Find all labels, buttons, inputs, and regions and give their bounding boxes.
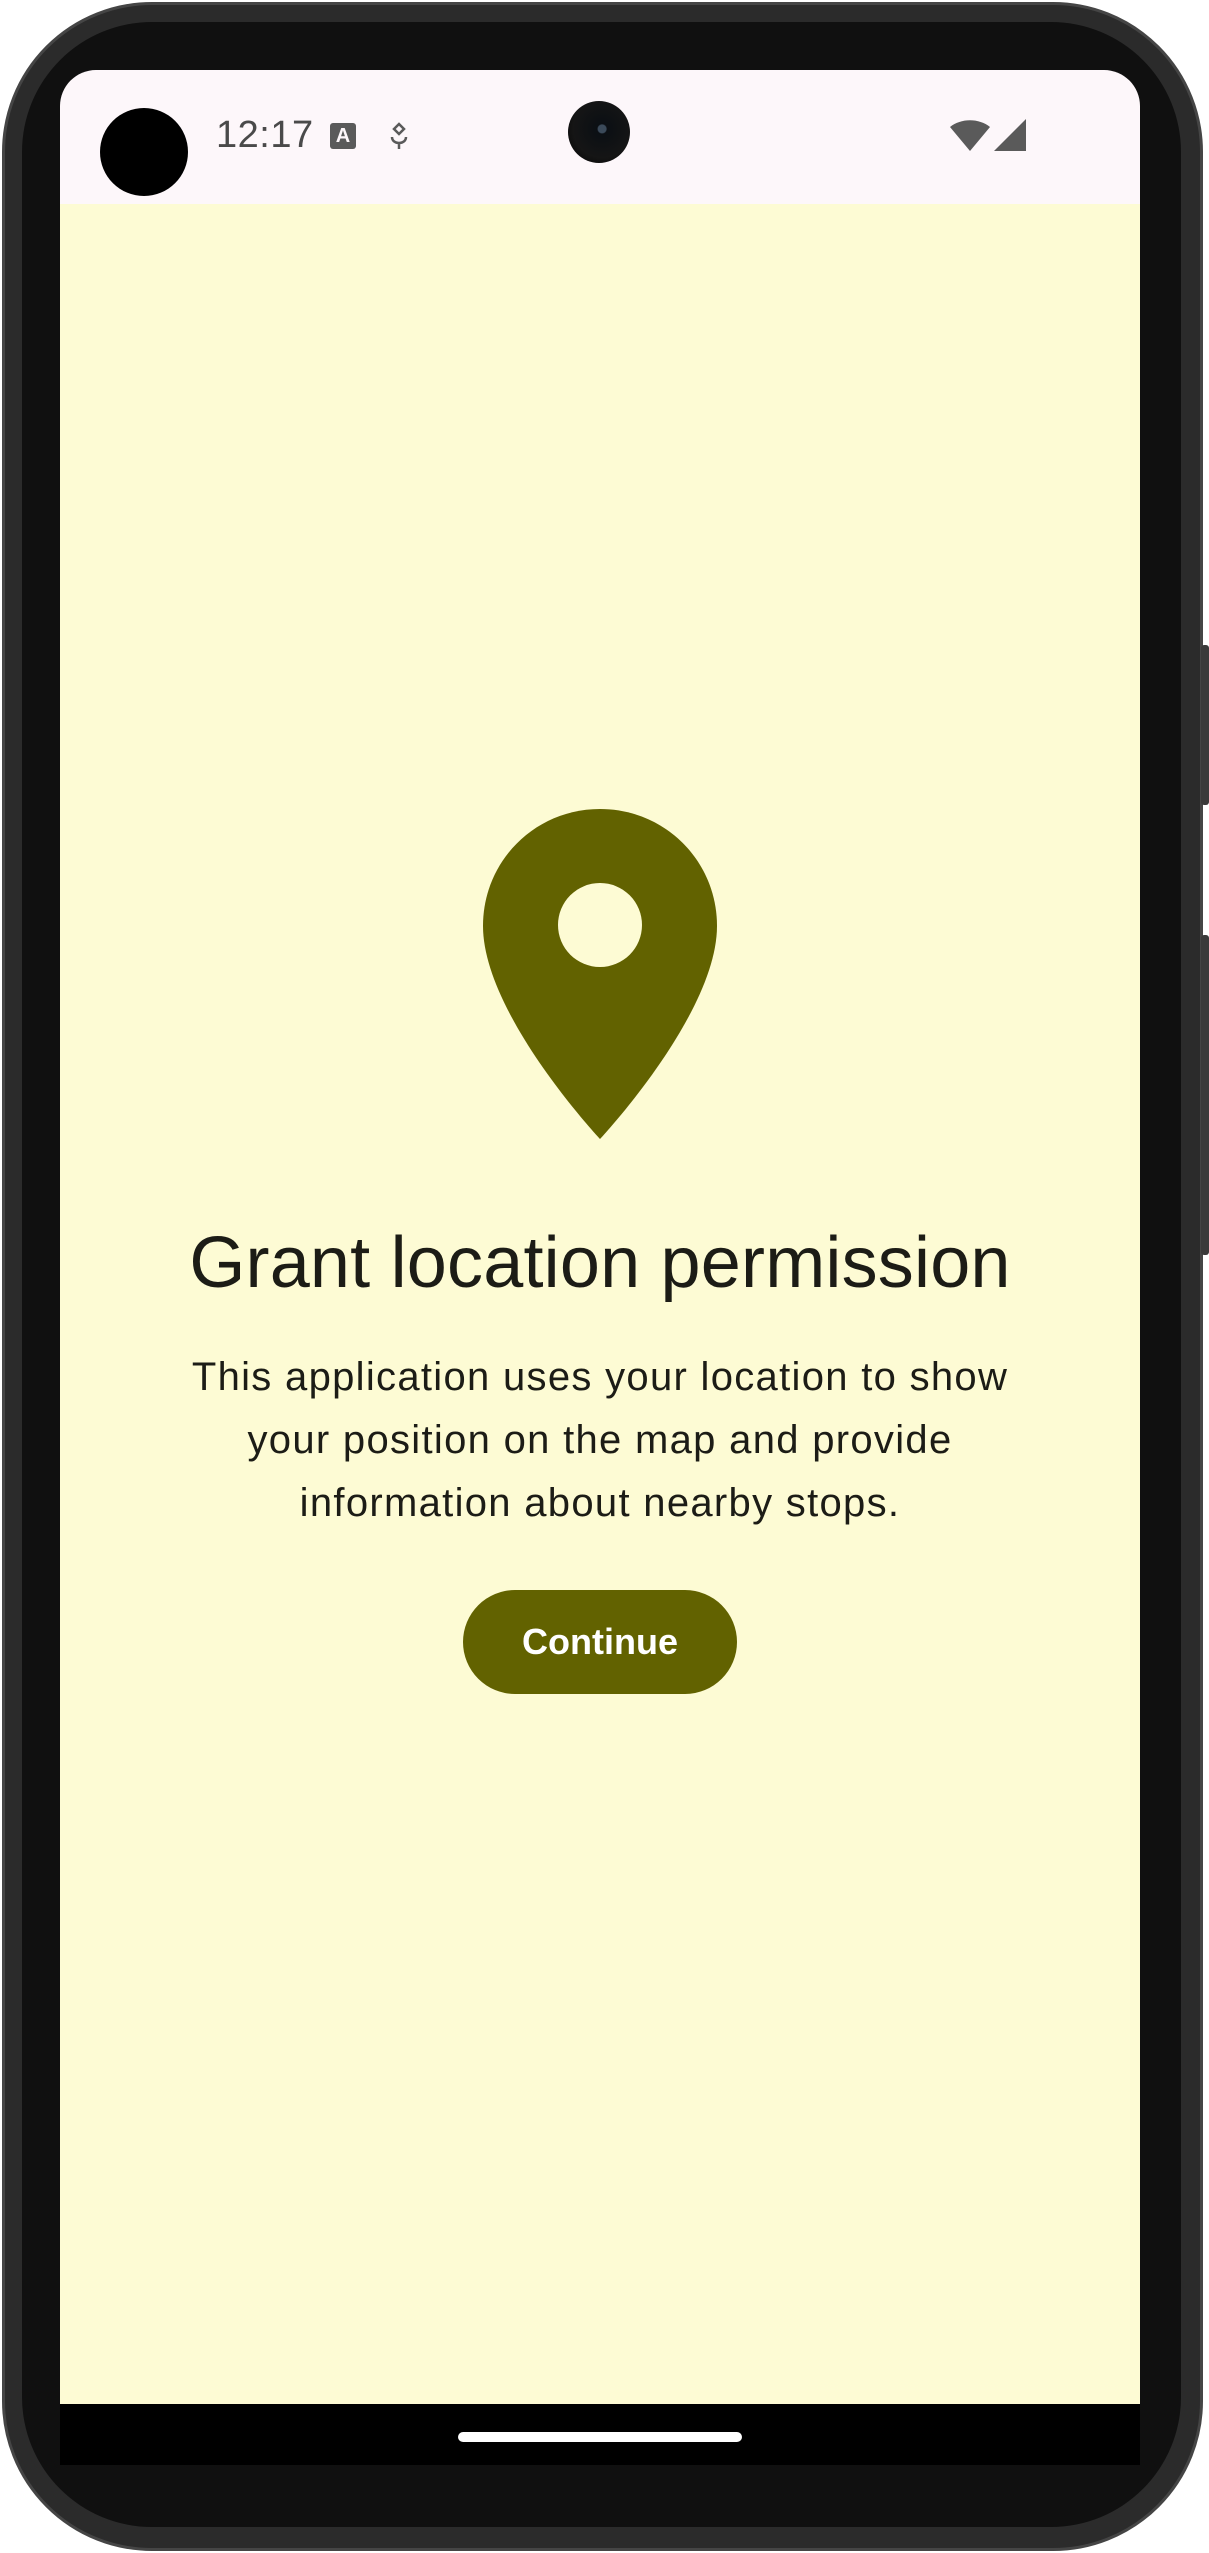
- page-title: Grant location permission: [189, 1223, 1011, 1303]
- wifi-icon: [950, 120, 990, 151]
- home-gesture-handle[interactable]: [458, 2432, 742, 2442]
- status-bar: 12:17 A: [60, 70, 1140, 204]
- permission-screen: [60, 204, 1140, 2404]
- text-a-icon: A: [330, 123, 356, 149]
- device-screen: 12:17 A Grant location permission This a…: [60, 70, 1140, 2465]
- continue-button[interactable]: Continue: [463, 1590, 737, 1694]
- assistant-icon: [390, 122, 408, 149]
- permission-description: This application uses your location to s…: [191, 1355, 1009, 1525]
- front-camera-icon: [568, 101, 630, 163]
- volume-button: [1201, 645, 1209, 805]
- status-time: 12:17: [216, 114, 314, 156]
- notification-dot-icon: [100, 108, 188, 196]
- power-button: [1201, 935, 1209, 1255]
- location-pin-icon: [483, 809, 717, 1139]
- phone-frame: 12:17 A Grant location permission This a…: [0, 0, 1209, 2553]
- cell-signal-icon: [994, 119, 1026, 151]
